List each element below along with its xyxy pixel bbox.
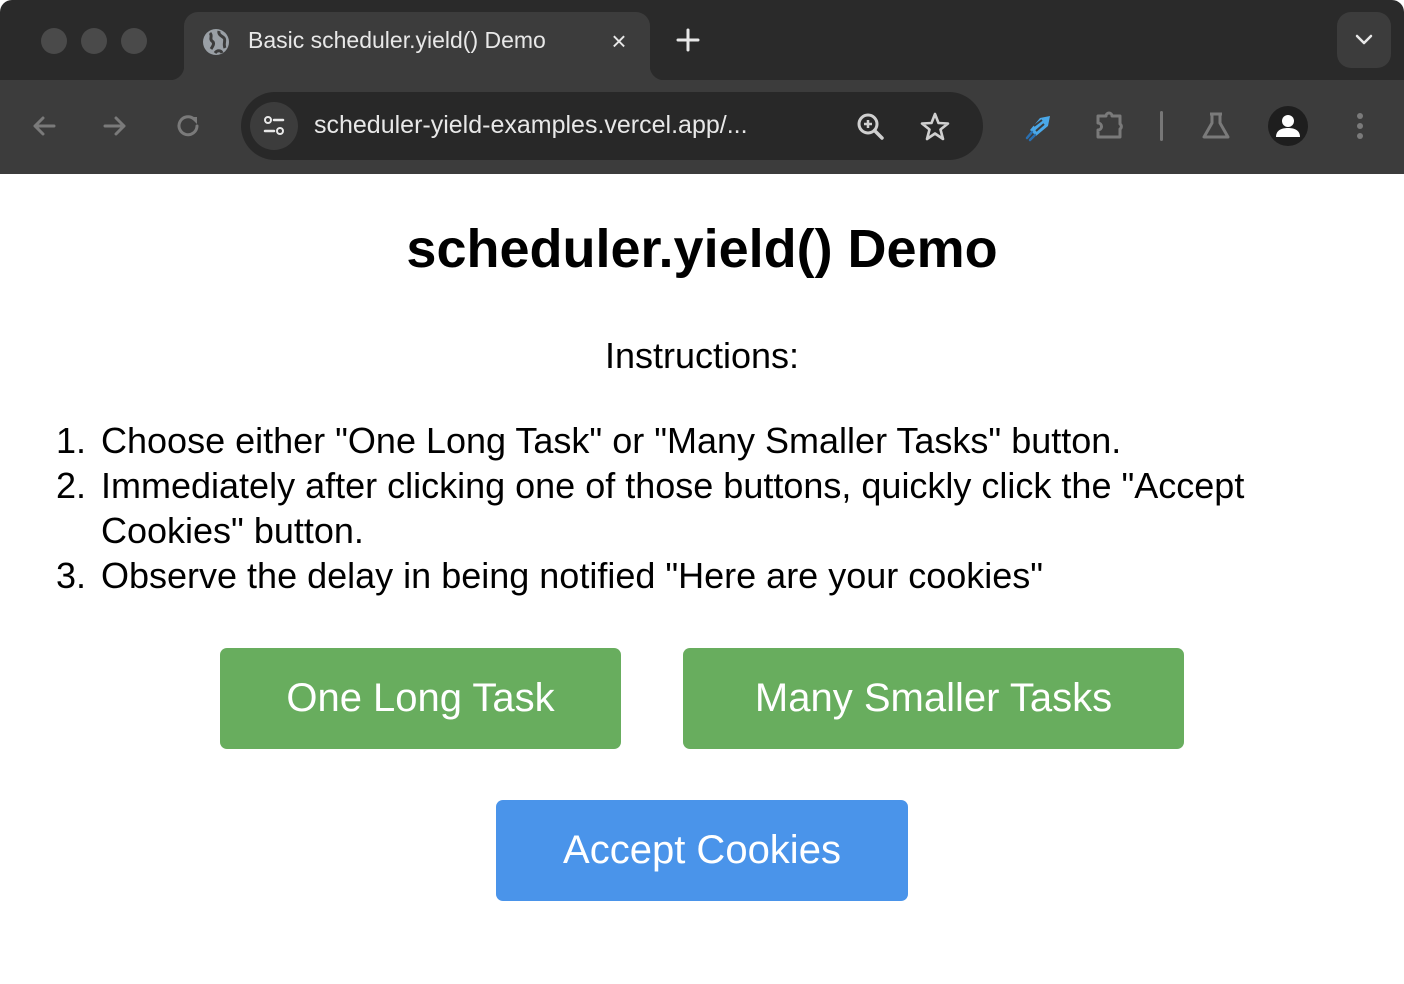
arrow-right-icon[interactable] xyxy=(97,108,133,144)
minimize-window-button[interactable] xyxy=(81,28,107,54)
page-content: scheduler.yield() Demo Instructions: 1. … xyxy=(0,174,1404,984)
profile-button[interactable] xyxy=(1268,106,1308,146)
instruction-step: 2. Immediately after clicking one of tho… xyxy=(56,463,1386,553)
step-text: Choose either "One Long Task" or "Many S… xyxy=(101,420,1122,461)
page-title: scheduler.yield() Demo xyxy=(406,219,998,279)
many-smaller-tasks-button[interactable]: Many Smaller Tasks xyxy=(683,648,1184,749)
accept-cookies-button[interactable]: Accept Cookies xyxy=(496,800,908,901)
tab-strip: Basic scheduler.yield() Demo × xyxy=(0,0,1404,80)
browser-window: Basic scheduler.yield() Demo × scheduler… xyxy=(0,0,1404,984)
globe-icon xyxy=(203,29,229,55)
flask-icon[interactable] xyxy=(1196,106,1236,146)
tab-close-icon[interactable]: × xyxy=(604,26,634,56)
instructions-heading: Instructions: xyxy=(604,335,800,376)
step-text: Immediately after clicking one of those … xyxy=(101,465,1245,551)
star-icon[interactable] xyxy=(918,110,952,144)
site-info-button[interactable] xyxy=(250,102,298,150)
maximize-window-button[interactable] xyxy=(121,28,147,54)
tab-search-button[interactable] xyxy=(1337,12,1391,68)
person-icon xyxy=(1276,115,1300,137)
tab-title: Basic scheduler.yield() Demo xyxy=(248,27,546,53)
more-vertical-icon[interactable] xyxy=(1340,106,1380,146)
one-long-task-button[interactable]: One Long Task xyxy=(220,648,621,749)
instructions-list: 1. Choose either "One Long Task" or "Man… xyxy=(56,418,1386,598)
close-window-button[interactable] xyxy=(41,28,67,54)
address-bar[interactable]: scheduler-yield-examples.vercel.app/... xyxy=(241,92,983,160)
chevron-down-icon xyxy=(1355,34,1373,45)
step-number: 1. xyxy=(56,420,87,461)
zoom-in-icon[interactable] xyxy=(854,110,888,144)
reload-icon[interactable] xyxy=(170,108,206,144)
step-number: 2. xyxy=(56,465,87,506)
instruction-step: 1. Choose either "One Long Task" or "Man… xyxy=(56,418,1386,463)
step-number: 3. xyxy=(56,555,87,596)
window-controls xyxy=(41,28,147,54)
url-text[interactable]: scheduler-yield-examples.vercel.app/... xyxy=(314,111,748,140)
tune-icon xyxy=(263,116,285,135)
instruction-step: 3. Observe the delay in being notified "… xyxy=(56,553,1386,598)
browser-toolbar: scheduler-yield-examples.vercel.app/... xyxy=(0,80,1404,174)
toolbar-divider xyxy=(1160,111,1163,141)
puzzle-icon[interactable] xyxy=(1090,106,1130,146)
rocket-extension-icon[interactable] xyxy=(1018,106,1058,146)
tab-active[interactable]: Basic scheduler.yield() Demo × xyxy=(170,12,664,80)
plus-icon[interactable] xyxy=(670,22,706,58)
arrow-left-icon[interactable] xyxy=(26,108,62,144)
step-text: Observe the delay in being notified "Her… xyxy=(101,555,1044,596)
